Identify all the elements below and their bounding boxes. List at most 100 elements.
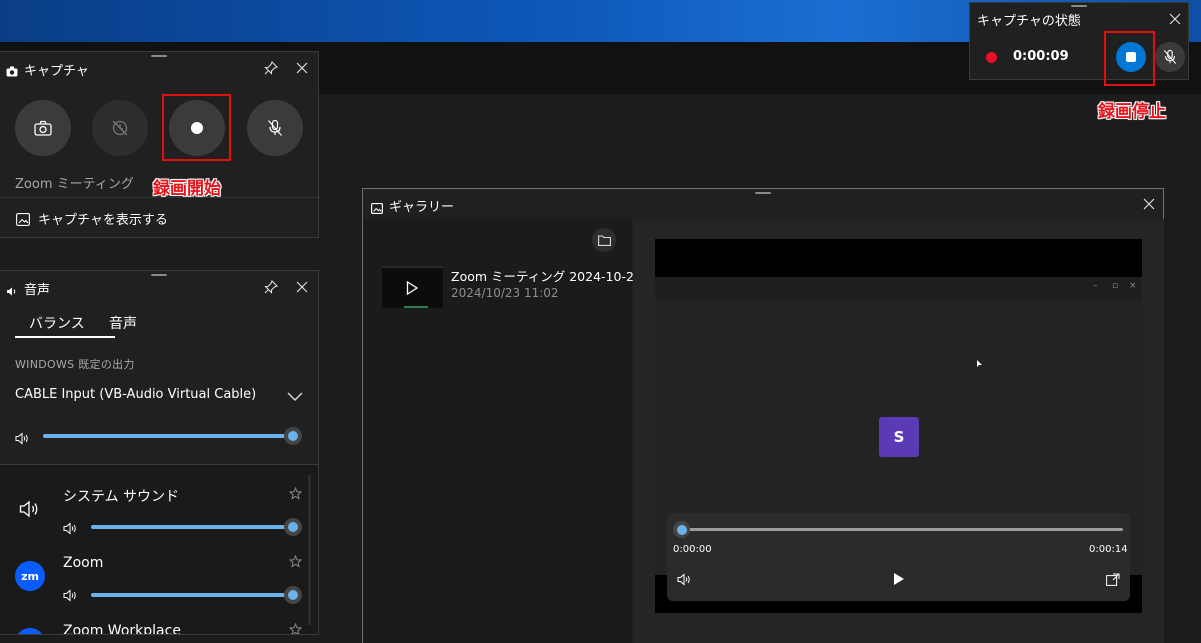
volume-icon <box>63 520 78 539</box>
seek-bar[interactable] <box>673 521 1125 539</box>
microphone-toggle-button[interactable] <box>247 100 303 156</box>
output-device-dropdown[interactable]: CABLE Input (VB-Audio Virtual Cable) <box>7 381 312 413</box>
star-icon[interactable] <box>289 487 302 500</box>
zoom-volume-slider[interactable] <box>91 586 303 604</box>
pin-button[interactable] <box>260 276 282 298</box>
drag-handle[interactable] <box>150 55 167 57</box>
zoom-app-icon: zm <box>15 561 45 591</box>
zoom-workplace-app-icon <box>15 628 45 634</box>
widget-title: キャプチャの状態 <box>977 14 1081 29</box>
recorded-window-titlebar: – ▫ × <box>655 277 1142 299</box>
pin-icon <box>264 280 278 294</box>
output-device-label: CABLE Input (VB-Audio Virtual Cable) <box>15 387 257 402</box>
media-controls: 0:00:00 0:00:14 <box>667 513 1130 601</box>
close-icon <box>296 62 308 74</box>
drag-handle[interactable] <box>1071 5 1087 7</box>
app-name: システム サウンド <box>63 489 180 505</box>
widget-title: ギャラリー <box>389 200 455 215</box>
show-captures-label: キャプチャを表示する <box>38 213 168 228</box>
active-tab-indicator <box>15 336 115 338</box>
tab-audio[interactable]: 音声 <box>107 307 167 339</box>
time-end: 0:00:14 <box>1089 544 1128 555</box>
gallery-list-panel: Zoom ミーティング 2024-10-23... 2024/10/23 11:… <box>363 219 654 643</box>
scrollbar[interactable] <box>308 475 311 625</box>
slider-track <box>91 525 293 529</box>
open-folder-button[interactable] <box>592 228 616 252</box>
participant-avatar: S <box>879 417 919 457</box>
capture-source-label: Zoom ミーティング <box>15 177 134 192</box>
gallery-item-date: 2024/10/23 11:02 <box>451 286 559 300</box>
drag-handle[interactable] <box>150 274 167 276</box>
audio-widget: 音声 バランス 音声 WINDOWS 既定の出力 CABLE Input (VB… <box>0 270 319 635</box>
seek-thumb[interactable] <box>673 521 690 538</box>
microphone-off-icon <box>268 119 282 136</box>
pin-button[interactable] <box>260 57 282 79</box>
close-icon <box>296 281 308 293</box>
microphone-off-icon <box>1163 49 1177 64</box>
close-icon <box>1143 198 1155 210</box>
gallery-preview-panel: – ▫ × S 0:00:00 0:00:14 <box>633 219 1164 643</box>
open-external-icon[interactable] <box>1106 573 1120 586</box>
stop-recording-annotation: 録画停止 <box>1098 102 1166 122</box>
volume-icon[interactable] <box>677 573 692 586</box>
slider-thumb[interactable] <box>284 586 302 604</box>
camera-icon <box>34 120 52 136</box>
tab-label: 音声 <box>109 316 137 332</box>
speaker-icon <box>6 282 18 301</box>
screenshot-button[interactable] <box>15 100 71 156</box>
history-icon <box>112 120 128 136</box>
chevron-down-icon <box>287 392 303 401</box>
pin-icon <box>264 61 278 75</box>
close-button[interactable] <box>1164 8 1186 30</box>
system-sound-volume-slider[interactable] <box>91 518 303 536</box>
record-button-highlight <box>162 94 231 161</box>
capture-status-widget: キャプチャの状態 0:00:09 <box>969 2 1189 80</box>
tab-balance[interactable]: バランス <box>15 307 115 339</box>
camera-icon <box>6 62 18 81</box>
tab-label: バランス <box>29 316 85 332</box>
start-recording-annotation: 録画開始 <box>153 179 221 199</box>
master-volume-slider[interactable] <box>43 427 303 445</box>
gallery-icon <box>370 199 384 218</box>
gallery-icon <box>16 211 30 230</box>
slider-track <box>91 593 293 597</box>
gallery-widget: ギャラリー Zoom ミーティング 2024-10-23... 2024/10/… <box>362 188 1164 643</box>
gallery-item-title: Zoom ミーティング 2024-10-23... <box>451 269 654 284</box>
widget-title: キャプチャ <box>24 64 89 79</box>
slider-thumb[interactable] <box>284 518 302 536</box>
output-header: WINDOWS 既定の出力 <box>15 358 135 371</box>
app-name: Zoom Workplace <box>63 623 181 635</box>
slider-track <box>43 434 293 438</box>
show-captures-link[interactable]: キャプチャを表示する <box>0 198 320 238</box>
recording-timer: 0:00:09 <box>1013 49 1069 64</box>
drag-handle[interactable] <box>755 192 771 194</box>
close-button[interactable] <box>291 276 313 298</box>
microphone-toggle-button[interactable] <box>1155 42 1185 72</box>
time-start: 0:00:00 <box>673 544 712 555</box>
seek-track <box>673 528 1123 531</box>
slider-thumb[interactable] <box>284 427 302 445</box>
video-thumbnail <box>382 266 443 308</box>
star-icon[interactable] <box>289 555 302 568</box>
record-last-30s-button[interactable] <box>92 100 148 156</box>
close-icon: × <box>1129 281 1137 291</box>
close-button[interactable] <box>1138 193 1160 215</box>
cursor-icon <box>977 360 982 367</box>
star-icon[interactable] <box>289 623 302 635</box>
widget-title: 音声 <box>24 283 51 298</box>
app-name: Zoom <box>63 555 104 571</box>
play-icon[interactable] <box>893 572 905 586</box>
play-icon <box>406 281 418 295</box>
app-mixer-list: システム サウンド zm Zoom Zoom Workplace <box>0 465 318 635</box>
volume-icon <box>63 587 78 606</box>
avatar-letter: S <box>893 428 905 446</box>
video-preview: – ▫ × S 0:00:00 0:00:14 <box>655 239 1142 613</box>
capture-widget: キャプチャ Zoom ミーティング キャプチャを表示する <box>0 51 320 238</box>
gallery-item[interactable]: Zoom ミーティング 2024-10-23... 2024/10/23 11:… <box>373 261 654 313</box>
folder-icon <box>597 234 611 246</box>
recording-indicator-icon <box>986 52 997 63</box>
minimize-icon: – <box>1093 281 1098 291</box>
maximize-icon: ▫ <box>1112 281 1119 291</box>
close-button[interactable] <box>291 57 313 79</box>
close-icon <box>1169 13 1181 25</box>
